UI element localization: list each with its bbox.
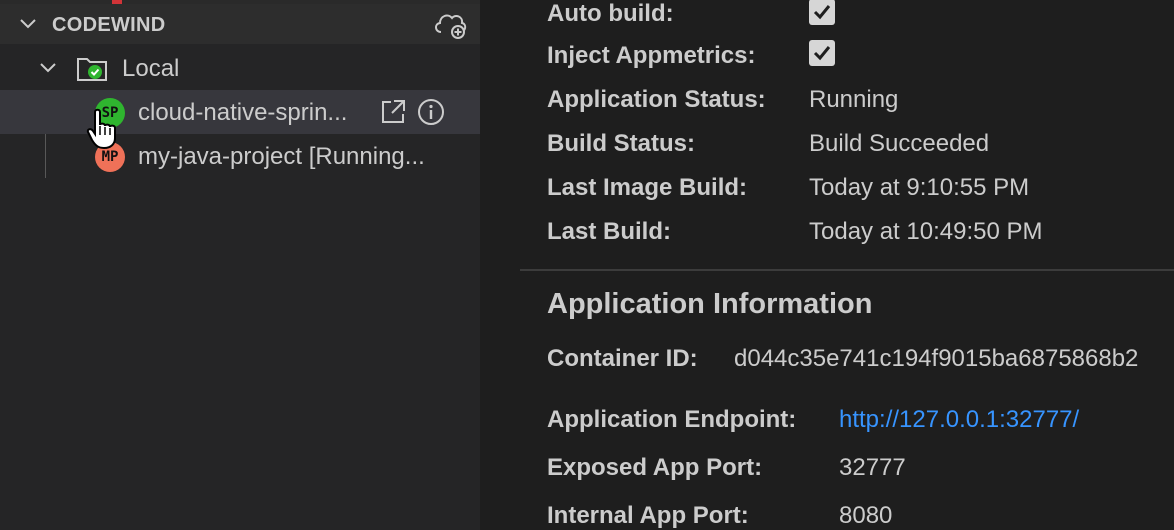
inject-appmetrics-label: Inject Appmetrics: — [547, 42, 756, 69]
inject-appmetrics-checkbox[interactable] — [809, 40, 835, 66]
tree-item-label: my-java-project [Running... — [138, 143, 425, 170]
open-in-browser-icon[interactable] — [379, 98, 407, 126]
section-divider — [520, 269, 1174, 271]
build-status-label: Build Status: — [547, 130, 695, 157]
internal-app-port-value: 8080 — [839, 502, 893, 529]
exposed-app-port-label: Exposed App Port: — [547, 454, 763, 481]
application-endpoint-label: Application Endpoint: — [547, 406, 797, 433]
auto-build-label: Auto build: — [547, 0, 674, 27]
tree-item-label: cloud-native-sprin... — [138, 99, 348, 126]
application-status-label: Application Status: — [547, 86, 766, 113]
explorer-sidebar: CODEWIND Local SP cloud-native-sprin... — [0, 0, 480, 530]
tree-item-project[interactable]: SP cloud-native-sprin... — [0, 90, 480, 134]
section-title: CODEWIND — [52, 14, 166, 36]
tree-item-project[interactable]: MP my-java-project [Running... — [0, 134, 480, 178]
tree-item-label: Local — [122, 55, 180, 82]
last-image-build-label: Last Image Build: — [547, 174, 748, 201]
application-endpoint-link[interactable]: http://127.0.0.1:32777/ — [839, 406, 1079, 434]
codewind-section-header[interactable]: CODEWIND — [0, 4, 480, 44]
application-information-heading: Application Information — [547, 288, 873, 320]
chevron-down-icon[interactable] — [38, 58, 58, 78]
check-icon — [813, 46, 831, 61]
hand-pointer-cursor-icon — [86, 108, 116, 150]
container-id-value: d044c35e741c194f9015ba6875868b2 — [734, 345, 1139, 372]
cloud-add-icon[interactable] — [432, 10, 468, 40]
container-id-label: Container ID: — [547, 345, 698, 372]
last-image-build-value: Today at 9:10:55 PM — [809, 174, 1030, 201]
chevron-down-icon[interactable] — [18, 14, 38, 34]
internal-app-port-label: Internal App Port: — [547, 502, 749, 529]
tree-item-local[interactable]: Local — [0, 46, 480, 90]
folder-connected-icon — [77, 58, 107, 81]
info-icon[interactable] — [417, 98, 445, 126]
exposed-app-port-value: 32777 — [839, 454, 906, 481]
build-status-value: Build Succeeded — [809, 130, 990, 157]
last-build-label: Last Build: — [547, 218, 671, 245]
last-build-value: Today at 10:49:50 PM — [809, 218, 1043, 245]
application-status-value: Running — [809, 86, 899, 113]
auto-build-checkbox[interactable] — [809, 0, 835, 25]
project-overview-panel: Auto build: Inject Appmetrics: Applicati… — [480, 0, 1174, 530]
check-icon — [813, 5, 831, 20]
